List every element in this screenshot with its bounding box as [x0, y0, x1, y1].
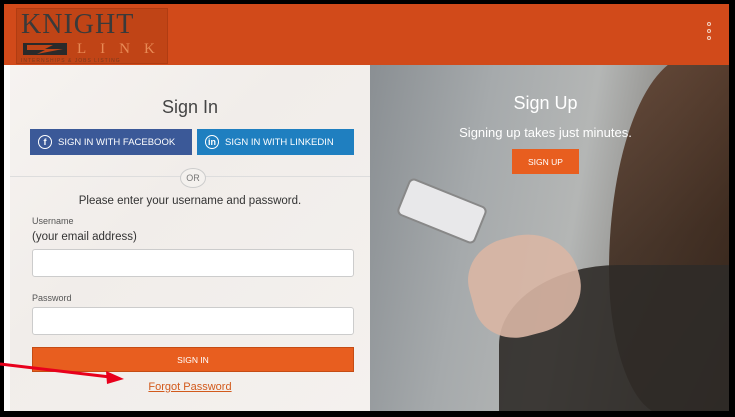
signin-button[interactable]: SIGN IN — [32, 347, 354, 372]
signup-button[interactable]: SIGN UP — [512, 149, 579, 174]
signin-instruction: Please enter your username and password. — [78, 195, 302, 207]
password-input[interactable] — [32, 307, 354, 335]
knight-link-logo[interactable]: KNIGHT LINK INTERNSHIPS & JOBS LISTING — [16, 8, 168, 64]
header-bar: KNIGHT LINK INTERNSHIPS & JOBS LISTING — [4, 4, 729, 65]
username-hint: (your email address) — [32, 231, 137, 243]
logo-tagline: INTERNSHIPS & JOBS LISTING — [21, 58, 121, 64]
forgot-password-link[interactable]: Forgot Password — [10, 381, 370, 393]
signin-panel: Sign In f SIGN IN WITH FACEBOOK in SIGN … — [10, 65, 370, 411]
username-label: Username — [32, 216, 74, 226]
logo-wordmark-top: KNIGHT — [21, 9, 135, 40]
username-input[interactable] — [32, 249, 354, 277]
facebook-signin-label: SIGN IN WITH FACEBOOK — [58, 136, 176, 148]
page-frame: KNIGHT LINK INTERNSHIPS & JOBS LISTING S… — [4, 4, 729, 411]
signup-title: Sign Up — [513, 93, 578, 113]
kebab-menu-icon[interactable] — [707, 22, 713, 46]
linkedin-icon: in — [205, 135, 219, 149]
facebook-icon: f — [38, 135, 52, 149]
signup-subtitle: Signing up takes just minutes. — [459, 125, 632, 140]
linkedin-signin-label: SIGN IN WITH LINKEDIN — [225, 136, 334, 148]
or-badge: OR — [180, 168, 206, 188]
facebook-signin-button[interactable]: f SIGN IN WITH FACEBOOK — [30, 129, 192, 155]
background-photo-phone — [395, 176, 489, 246]
password-label: Password — [32, 293, 72, 303]
logo-wordmark-bottom: LINK — [77, 41, 169, 57]
signin-title: Sign In — [161, 97, 219, 117]
linkedin-signin-button[interactable]: in SIGN IN WITH LINKEDIN — [197, 129, 354, 155]
signup-panel-background — [370, 65, 729, 411]
lightning-icon — [23, 43, 67, 55]
